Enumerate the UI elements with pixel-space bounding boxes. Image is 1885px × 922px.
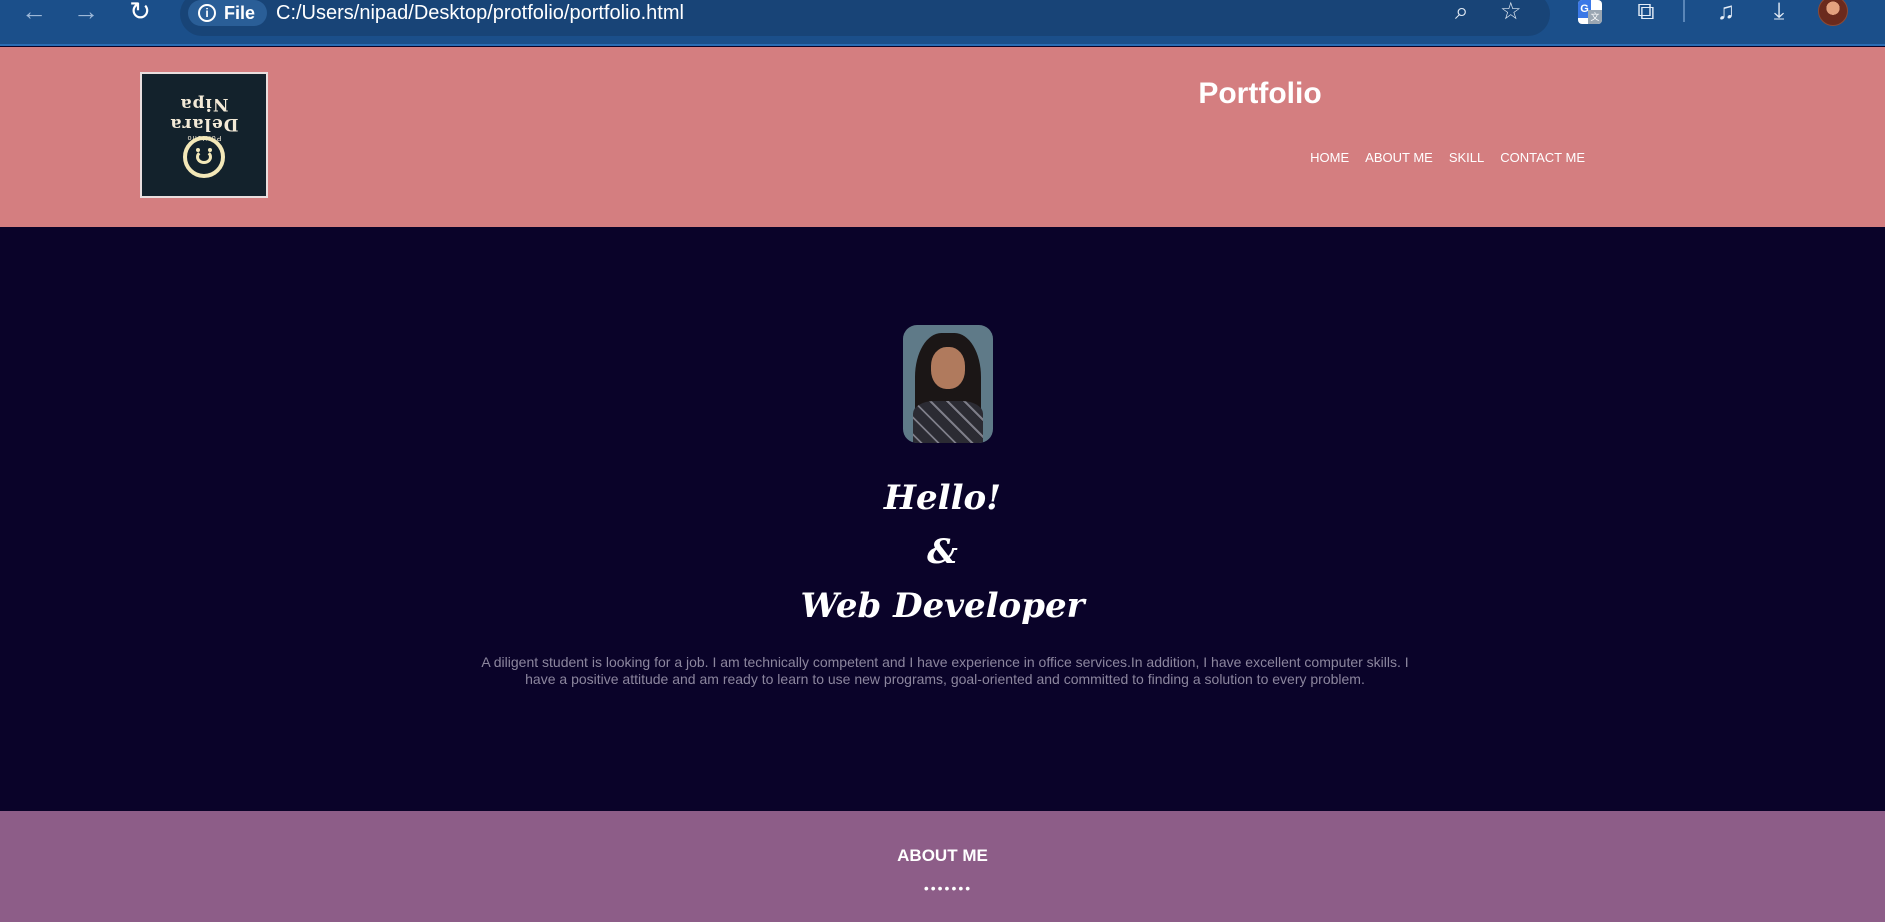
- about-section: ABOUT ME •••••••: [0, 811, 1885, 922]
- download-icon[interactable]: ⤓: [1765, 0, 1793, 26]
- site-header: Portfolio Delara Nipa Portfolio HOME ABO…: [0, 47, 1885, 227]
- site-info-chip[interactable]: i File: [188, 0, 268, 26]
- smiley-icon: [183, 136, 225, 178]
- reload-icon[interactable]: ↻: [120, 0, 160, 24]
- about-heading: ABOUT ME: [897, 846, 988, 865]
- hero-section: Hello! & Web Developer A diligent studen…: [0, 227, 1885, 811]
- nav-skill[interactable]: SKILL: [1449, 150, 1484, 165]
- nav-contact-me[interactable]: CONTACT ME: [1500, 150, 1585, 165]
- hero-line-role: Web Developer: [800, 586, 1085, 626]
- extensions-icon[interactable]: ⧉: [1632, 0, 1660, 26]
- forward-icon[interactable]: →: [66, 0, 106, 24]
- profile-photo: [903, 325, 993, 443]
- star-icon[interactable]: ☆: [1500, 0, 1522, 26]
- address-bar[interactable]: i File C:/Users/nipad/Desktop/protfolio/…: [180, 0, 1550, 36]
- nav-home[interactable]: HOME: [1310, 150, 1349, 165]
- media-icon[interactable]: ♫: [1712, 0, 1740, 26]
- site-logo[interactable]: Portfolio Delara Nipa: [140, 72, 268, 198]
- main-nav: HOME ABOUT ME SKILL CONTACT ME: [1310, 150, 1585, 165]
- profile-avatar[interactable]: [1818, 0, 1848, 26]
- url-text[interactable]: C:/Users/nipad/Desktop/protfolio/portfol…: [276, 0, 684, 26]
- about-divider: •••••••: [923, 880, 973, 896]
- file-chip-label: File: [224, 3, 256, 23]
- site-brand-title: Portfolio: [1198, 77, 1322, 110]
- zoom-icon[interactable]: ⌕: [1455, 0, 1468, 26]
- hero-description: A diligent student is looking for a job.…: [481, 654, 1409, 687]
- translate-extension-icon[interactable]: G 文: [1578, 0, 1602, 24]
- logo-name: Delara Nipa: [169, 94, 239, 134]
- toolbar-divider: [1683, 0, 1685, 22]
- hero-heading: Hello! & Web Developer: [0, 471, 1885, 633]
- back-icon[interactable]: ←: [14, 0, 54, 24]
- hero-line-hello: Hello!: [883, 478, 1002, 518]
- info-icon: i: [198, 4, 216, 22]
- hero-line-ampersand: &: [927, 532, 958, 572]
- nav-about-me[interactable]: ABOUT ME: [1365, 150, 1433, 165]
- browser-toolbar: ← → ↻ i File C:/Users/nipad/Desktop/prot…: [0, 0, 1885, 46]
